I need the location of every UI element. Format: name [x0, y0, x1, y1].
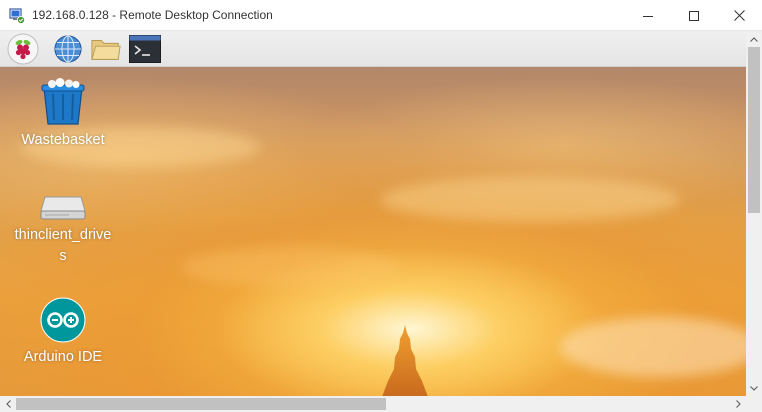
raspberry-pi-icon: [7, 33, 39, 65]
scrollbar-corner: [746, 396, 762, 412]
arduino-icon: [40, 297, 86, 343]
chevron-up-icon: [750, 36, 758, 42]
terminal-button[interactable]: [129, 33, 161, 65]
drive-icon: [40, 196, 86, 220]
vertical-scrollbar[interactable]: [746, 31, 762, 396]
maximize-icon: [689, 10, 699, 21]
folder-icon: [91, 40, 121, 60]
desktop-icon-thinclient-drives[interactable]: thinclient_drives: [13, 191, 113, 267]
desktop-icon-wastebasket[interactable]: Wastebasket: [13, 78, 113, 151]
desktop-icon-label: Wastebasket: [21, 132, 105, 148]
web-browser-button[interactable]: [52, 33, 84, 65]
desktop-icon-arduino-ide[interactable]: Arduino IDE: [13, 297, 113, 368]
scroll-left-button[interactable]: [0, 396, 16, 412]
scroll-down-button[interactable]: [746, 380, 762, 396]
chevron-right-icon: [735, 400, 741, 408]
window-title: 192.168.0.128 - Remote Desktop Connectio…: [32, 8, 273, 22]
minimize-button[interactable]: [625, 0, 671, 31]
desktop-icon-label: thinclient_drives: [14, 227, 112, 264]
vertical-scroll-thumb[interactable]: [748, 47, 760, 213]
horizontal-scrollbar[interactable]: [0, 396, 746, 412]
wallpaper-cloud: [380, 177, 680, 222]
remote-desktop-view[interactable]: Wastebasket thinclient_drives Arduino ID…: [0, 31, 746, 396]
maximize-button[interactable]: [671, 0, 717, 31]
close-button[interactable]: [716, 0, 762, 31]
pagoda-silhouette: [382, 325, 428, 396]
scroll-right-button[interactable]: [730, 396, 746, 412]
chevron-left-icon: [5, 400, 11, 408]
horizontal-scroll-thumb[interactable]: [16, 398, 386, 410]
chevron-down-icon: [750, 385, 758, 391]
globe-icon: [54, 35, 82, 63]
taskbar-panel: [0, 31, 746, 67]
scroll-up-button[interactable]: [746, 31, 762, 47]
wallpaper-cloud: [180, 247, 400, 287]
desktop-icon-label: Arduino IDE: [23, 349, 103, 365]
file-manager-button[interactable]: [90, 33, 122, 65]
raspberry-menu-button[interactable]: [7, 33, 39, 65]
trash-icon: [41, 78, 85, 125]
terminal-icon: [129, 35, 161, 63]
remote-desktop-icon: [9, 8, 25, 24]
minimize-icon: [643, 15, 653, 17]
close-icon: [733, 10, 745, 21]
wallpaper-cloud: [560, 317, 746, 377]
title-bar: 192.168.0.128 - Remote Desktop Connectio…: [0, 0, 762, 31]
